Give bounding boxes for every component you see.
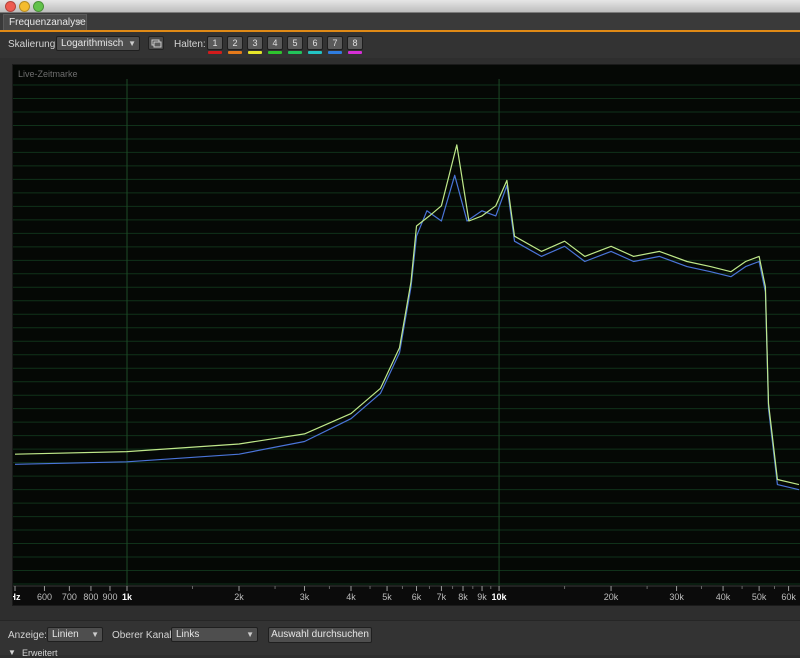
close-window-icon[interactable]: [5, 1, 16, 12]
hold-button-4[interactable]: 4: [267, 36, 283, 50]
toolbar: Skalierung: Logarithmisch ▼ Halten:: [0, 32, 800, 58]
x-tick-label: 6k: [412, 592, 422, 602]
x-tick-label: 8k: [458, 592, 468, 602]
display-value: Linien: [52, 629, 79, 640]
search-selection-button[interactable]: Auswahl durchsuchen: [268, 627, 372, 643]
advanced-section-label[interactable]: Erweitert: [22, 648, 58, 658]
x-tick-label: 40k: [716, 592, 731, 602]
windows-icon[interactable]: [148, 36, 164, 50]
tab-title: Frequenzanalyse: [9, 17, 86, 28]
x-tick-label: 7k: [437, 592, 447, 602]
tab-bar: Frequenzanalyse ×: [0, 13, 800, 32]
x-tick-label: 1k: [122, 592, 133, 602]
x-tick-label: 5k: [382, 592, 392, 602]
expand-triangle-icon[interactable]: ▼: [8, 648, 16, 657]
chevron-down-icon: ▼: [91, 630, 99, 639]
x-tick-label: 10k: [492, 592, 508, 602]
tab-frequenzanalyse[interactable]: Frequenzanalyse ×: [3, 14, 87, 30]
live-marker-label: Live-Zeitmarke: [18, 69, 78, 79]
x-tick-label: 30k: [669, 592, 684, 602]
channel-label: Oberer Kanal:: [112, 630, 175, 641]
hold-color-indicator-8: [348, 51, 362, 54]
hold-color-indicator-6: [308, 51, 322, 54]
chevron-down-icon: ▼: [128, 39, 136, 48]
scaling-dropdown[interactable]: Logarithmisch ▼: [56, 36, 140, 51]
x-tick-label: 60k: [781, 592, 796, 602]
spectrum-chart[interactable]: Hz 600 700 800 900 1k 2k 3k 4k 5k 6k 7k 8k 9k 10k 20k 30…: [13, 65, 800, 605]
bottom-bar: Anzeige: Linien ▼ Oberer Kanal: Links ▼ …: [0, 620, 800, 658]
maximize-window-icon[interactable]: [33, 1, 44, 12]
display-label: Anzeige:: [8, 630, 47, 641]
hold-color-indicator-4: [268, 51, 282, 54]
x-tick-label: 900: [102, 592, 117, 602]
scaling-value: Logarithmisch: [61, 38, 124, 49]
hold-color-indicator-2: [228, 51, 242, 54]
hold-button-3[interactable]: 3: [247, 36, 263, 50]
x-tick-label: 2k: [234, 592, 244, 602]
hold-button-2[interactable]: 2: [227, 36, 243, 50]
scaling-label: Skalierung:: [8, 39, 59, 50]
hold-color-indicator-5: [288, 51, 302, 54]
x-tick-label: 700: [62, 592, 77, 602]
hold-color-indicator-3: [248, 51, 262, 54]
windows-icon-glyph: [151, 39, 162, 48]
hold-color-indicator-7: [328, 51, 342, 54]
spectrum-plot[interactable]: Hz 600 700 800 900 1k 2k 3k 4k 5k 6k 7k 8k 9k 10k 20k 30…: [12, 64, 800, 606]
x-tick-label: 600: [37, 592, 52, 602]
x-tick-label: 4k: [346, 592, 356, 602]
hold-button-1[interactable]: 1: [207, 36, 223, 50]
hold-button-6[interactable]: 6: [307, 36, 323, 50]
minimize-window-icon[interactable]: [19, 1, 30, 12]
channel-dropdown[interactable]: Links ▼: [171, 627, 258, 642]
hold-button-5[interactable]: 5: [287, 36, 303, 50]
hold-button-7[interactable]: 7: [327, 36, 343, 50]
hold-color-indicator-1: [208, 51, 222, 54]
spectrum-series-1: [14, 174, 800, 491]
close-tab-icon[interactable]: ×: [76, 15, 82, 31]
channel-value: Links: [176, 629, 200, 640]
hold-label: Halten:: [174, 39, 206, 50]
x-tick-label: 3k: [300, 592, 310, 602]
window-titlebar: [0, 0, 800, 13]
x-tick-label: 20k: [604, 592, 619, 602]
x-tick-label: Hz: [13, 592, 21, 602]
x-tick-label: 800: [83, 592, 98, 602]
x-tick-label: 9k: [477, 592, 487, 602]
x-tick-label: 50k: [752, 592, 767, 602]
hold-button-8[interactable]: 8: [347, 36, 363, 50]
display-dropdown[interactable]: Linien ▼: [47, 627, 103, 642]
chevron-down-icon: ▼: [246, 630, 254, 639]
